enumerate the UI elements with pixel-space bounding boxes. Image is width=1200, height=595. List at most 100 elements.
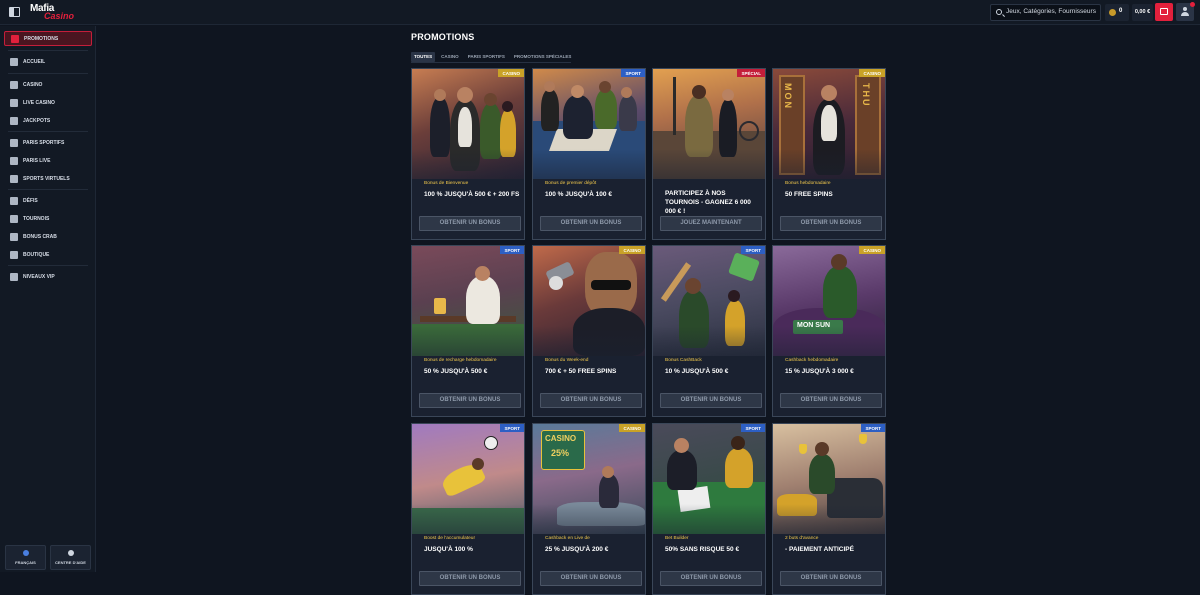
card-title: 10 % jusqu'à 500 € bbox=[665, 368, 729, 375]
claim-bonus-button[interactable]: Obtenir un bonus bbox=[780, 571, 882, 586]
help-center-button[interactable]: Centre d'aide bbox=[50, 545, 91, 570]
promo-card-weekly-cashback[interactable]: MON SUN Casino Cashback hebdomadaire 15 … bbox=[772, 245, 886, 417]
sidebar-item-jackpots[interactable]: Jackpots bbox=[4, 113, 92, 128]
sidebar-item-promotions[interactable]: Promotions bbox=[4, 31, 92, 46]
search-input[interactable]: Jeux, Catégories, Fournisseurs bbox=[990, 4, 1101, 21]
promo-card-first-deposit[interactable]: Sport Bonus de premier dépôt 100 % jusqu… bbox=[532, 68, 646, 240]
shop-icon bbox=[10, 250, 18, 259]
sidebar-item-label: Bonus Crab bbox=[23, 233, 57, 240]
tab-toutes[interactable]: Toutes bbox=[411, 52, 436, 62]
badge-sport: Sport bbox=[500, 246, 524, 254]
sidebar-item-casino[interactable]: Casino bbox=[4, 77, 92, 92]
sidebar-item-paris-live[interactable]: Paris Live bbox=[4, 153, 92, 168]
sidebar-item-label: Jackpots bbox=[23, 117, 51, 124]
promo-card-bet-builder[interactable]: Sport Bet Builder 50% sans risque 50 € O… bbox=[652, 423, 766, 595]
card-subtitle: Bonus de premier dépôt bbox=[545, 181, 597, 186]
sidebar-item-label: Boutique bbox=[23, 251, 50, 258]
logo-subtext: Casino bbox=[44, 11, 75, 21]
claim-bonus-button[interactable]: Obtenir un bonus bbox=[780, 216, 882, 231]
claim-bonus-button[interactable]: Obtenir un bonus bbox=[419, 216, 521, 231]
card-title: 50 % jusqu'à 500 € bbox=[424, 368, 488, 375]
sidebar-item-label: Sports virtuels bbox=[23, 175, 70, 182]
language-button[interactable]: Français bbox=[5, 545, 46, 570]
account-button[interactable] bbox=[1176, 2, 1195, 21]
sidebar-divider bbox=[8, 73, 88, 74]
card-title: - paiement anticipé bbox=[785, 546, 854, 553]
promo-card-tournaments[interactable]: Spécial Participez à nos tournois - Gagn… bbox=[652, 68, 766, 240]
search-icon bbox=[996, 9, 1002, 15]
promo-card-live-cashback[interactable]: CASINO 25% Casino Cashback en Live de 25… bbox=[532, 423, 646, 595]
sidebar-item-boutique[interactable]: Boutique bbox=[4, 247, 92, 262]
flag-icon bbox=[23, 550, 29, 556]
promo-card-weekly-spins[interactable]: MON THU Casino Bonus hebdomadaire 50 fre… bbox=[772, 68, 886, 240]
claim-bonus-button[interactable]: Obtenir un bonus bbox=[540, 393, 642, 408]
claim-bonus-button[interactable]: Obtenir un bonus bbox=[540, 216, 642, 231]
logo[interactable]: Mafia Casino bbox=[30, 3, 75, 22]
badge-sport: Sport bbox=[861, 424, 885, 432]
card-fade bbox=[533, 504, 645, 564]
promo-card-welcome[interactable]: Casino Bonus de Bienvenue 100 % jusqu'à … bbox=[411, 68, 525, 240]
page-title: PROMOTIONS bbox=[411, 32, 475, 42]
sidebar: Promotions Accueil Casino Live Casino Ja… bbox=[0, 26, 96, 572]
sidebar-item-paris-sportifs[interactable]: Paris sportifs bbox=[4, 135, 92, 150]
door-sign: THU bbox=[861, 83, 871, 108]
card-fade bbox=[773, 504, 885, 564]
sidebar-item-tournois[interactable]: Tournois bbox=[4, 211, 92, 226]
sidebar-item-label: Paris sportifs bbox=[23, 139, 65, 146]
help-label: Centre d'aide bbox=[55, 560, 86, 565]
play-now-button[interactable]: Jouez maintenant bbox=[660, 216, 762, 231]
sidebar-item-label: Défis bbox=[23, 197, 38, 204]
card-fade bbox=[412, 504, 524, 564]
claim-bonus-button[interactable]: Obtenir un bonus bbox=[660, 571, 762, 586]
sidebar-item-defis[interactable]: Défis bbox=[4, 193, 92, 208]
promo-tabs: Toutes Casino Paris sportifs Promotions … bbox=[411, 52, 571, 63]
badge-special: Spécial bbox=[737, 69, 765, 77]
help-icon bbox=[68, 550, 74, 556]
sidebar-item-accueil[interactable]: Accueil bbox=[4, 54, 92, 69]
sidebar-item-label: Promotions bbox=[24, 35, 59, 42]
card-title: 50% sans risque 50 € bbox=[665, 546, 740, 553]
card-title: Participez à nos tournois - Gagnez 6 000… bbox=[665, 190, 751, 215]
coins-button[interactable]: 0 bbox=[1105, 4, 1129, 21]
promo-card-cashback[interactable]: Sport Bonus CashBack 10 % jusqu'à 500 € … bbox=[652, 245, 766, 417]
promo-card-accumulator[interactable]: Sport Boost de l'accumulateur Jusqu'à 10… bbox=[411, 423, 525, 595]
sidebar-toggle-icon[interactable] bbox=[9, 7, 20, 17]
sidebar-item-label: Accueil bbox=[23, 58, 46, 65]
cards-icon bbox=[10, 80, 18, 89]
language-label: Français bbox=[15, 560, 36, 565]
sidebar-item-live-casino[interactable]: Live Casino bbox=[4, 95, 92, 110]
target-icon bbox=[10, 196, 18, 205]
crown-icon bbox=[10, 272, 18, 281]
claim-bonus-button[interactable]: Obtenir un bonus bbox=[780, 393, 882, 408]
claim-bonus-button[interactable]: Obtenir un bonus bbox=[540, 571, 642, 586]
badge-sport: Sport bbox=[741, 246, 765, 254]
promo-card-weekend[interactable]: Casino Bonus du Week-end 700 € + 50 free… bbox=[532, 245, 646, 417]
casino-sign-percent: 25% bbox=[551, 448, 570, 458]
claim-bonus-button[interactable]: Obtenir un bonus bbox=[419, 393, 521, 408]
sidebar-item-sports-virtuels[interactable]: Sports virtuels bbox=[4, 171, 92, 186]
live-icon bbox=[10, 98, 18, 107]
card-subtitle: Bonus hebdomadaire bbox=[785, 181, 831, 186]
promo-card-early-payout[interactable]: Sport 2 buts d'avance - paiement anticip… bbox=[772, 423, 886, 595]
tab-promotions-speciales[interactable]: Promotions spéciales bbox=[511, 52, 575, 62]
coins-value: 0 bbox=[1119, 8, 1123, 14]
sidebar-item-niveaux-vip[interactable]: Niveaux VIP bbox=[4, 269, 92, 284]
claim-bonus-button[interactable]: Obtenir un bonus bbox=[660, 393, 762, 408]
gift-icon bbox=[11, 34, 19, 43]
sidebar-item-bonus-crab[interactable]: Bonus Crab bbox=[4, 229, 92, 244]
balance-button[interactable]: 0,00 € bbox=[1132, 4, 1153, 21]
tab-paris-sportifs[interactable]: Paris sportifs bbox=[465, 52, 508, 62]
card-title: 100 % jusqu'à 500 € + 200 FS bbox=[424, 191, 520, 198]
virtual-icon bbox=[10, 174, 18, 183]
deposit-button[interactable] bbox=[1155, 3, 1173, 21]
sidebar-divider bbox=[8, 189, 88, 190]
card-title: 100 % jusqu'à 100 € bbox=[545, 191, 612, 198]
tab-casino[interactable]: Casino bbox=[438, 52, 462, 62]
promo-card-reload[interactable]: Sport Bonus de recharge hebdomadaire 50 … bbox=[411, 245, 525, 417]
card-fade bbox=[653, 326, 765, 386]
claim-bonus-button[interactable]: Obtenir un bonus bbox=[419, 571, 521, 586]
sidebar-item-label: Tournois bbox=[23, 215, 50, 222]
clover-icon bbox=[10, 116, 18, 125]
sidebar-item-label: Live Casino bbox=[23, 99, 55, 106]
card-subtitle: Cashback en Live de bbox=[545, 536, 590, 541]
